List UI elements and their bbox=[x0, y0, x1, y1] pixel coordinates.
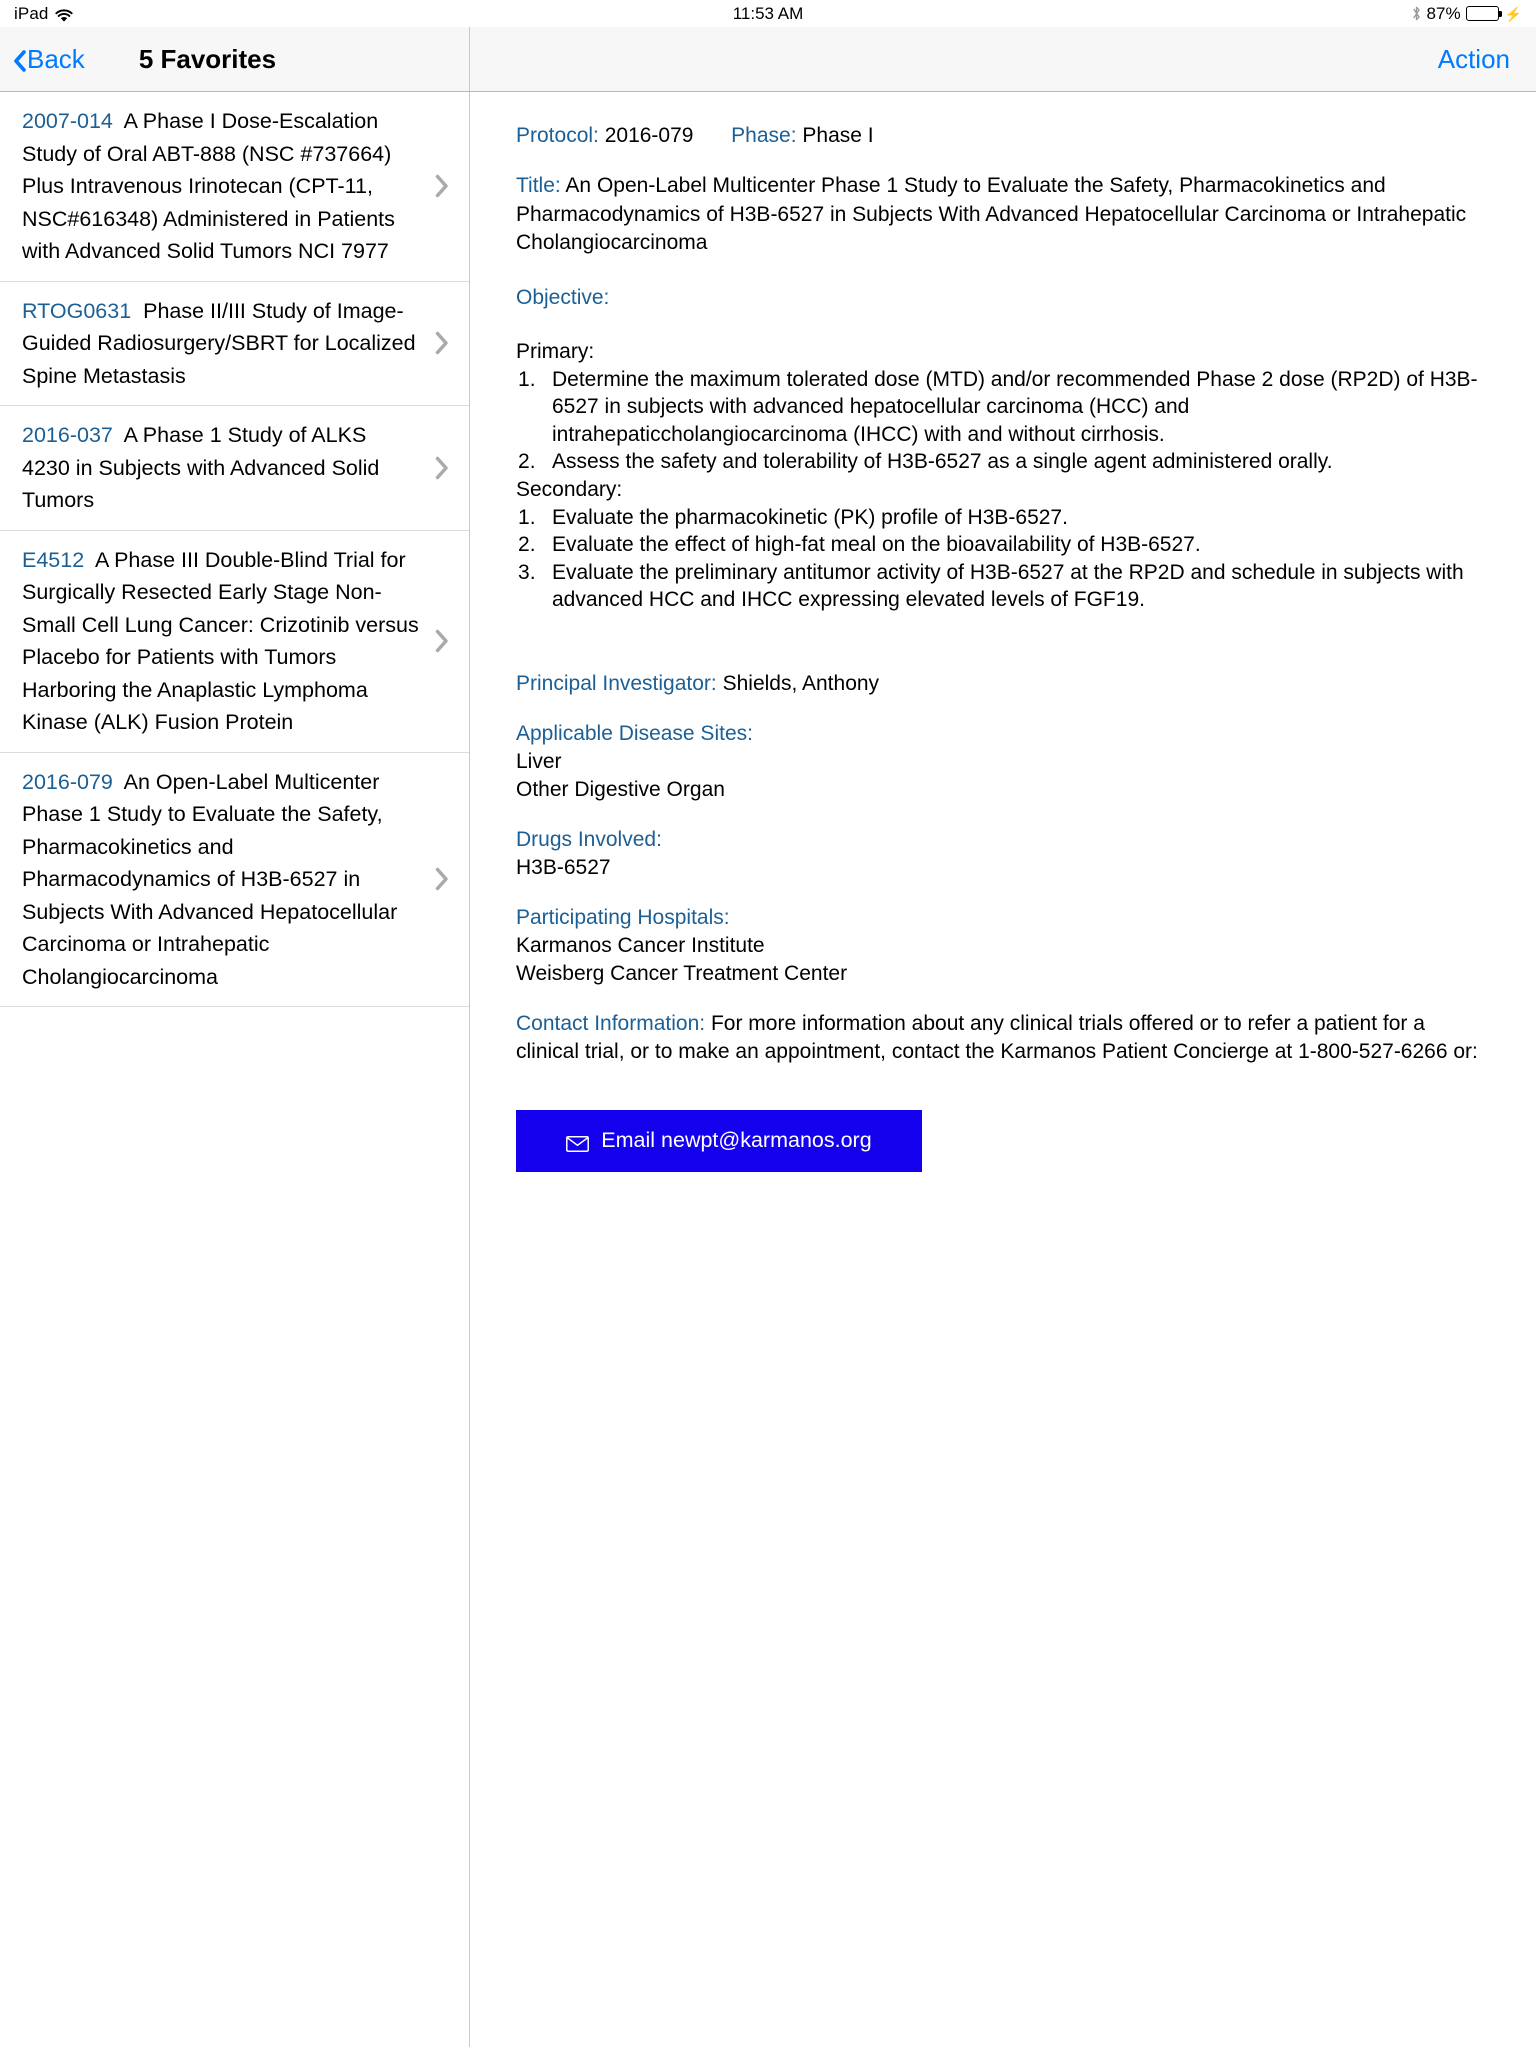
email-button[interactable]: Email newpt@karmanos.org bbox=[516, 1109, 922, 1172]
chevron-right-icon[interactable] bbox=[431, 867, 453, 891]
disease-site-value: Liver bbox=[516, 749, 562, 773]
hospital-value: Weisberg Cancer Treatment Center bbox=[516, 961, 848, 985]
lightning-bolt-icon: ⚡ bbox=[1504, 5, 1522, 22]
navigation-bar-right: Action bbox=[470, 27, 1536, 91]
battery-percentage: 87% bbox=[1426, 3, 1461, 23]
list-item-title: An Open-Label Multicenter Phase 1 Study … bbox=[22, 769, 398, 989]
protocol-label: Protocol: bbox=[516, 124, 599, 147]
hospitals-label: Participating Hospitals: bbox=[516, 905, 730, 929]
list-item-protocol-id: 2007-014 bbox=[22, 109, 113, 133]
chevron-right-icon[interactable] bbox=[431, 629, 453, 653]
objective-label: Objective: bbox=[516, 285, 610, 309]
list-item[interactable]: RTOG0631 Phase II/III Study of Image-Gui… bbox=[0, 282, 469, 406]
drugs-label: Drugs Involved: bbox=[516, 827, 662, 851]
chevron-right-icon[interactable] bbox=[431, 174, 453, 198]
secondary-objective-item: Evaluate the preliminary antitumor activ… bbox=[518, 559, 1464, 612]
principal-investigator-label: Principal Investigator: bbox=[516, 671, 717, 695]
secondary-label: Secondary: bbox=[516, 477, 623, 501]
drug-value: H3B-6527 bbox=[516, 855, 611, 879]
chevron-left-icon bbox=[13, 48, 26, 72]
email-button-label: Email newpt@karmanos.org bbox=[601, 1128, 872, 1152]
protocol-phase-row: Protocol: 2016-079 Phase: Phase I bbox=[516, 122, 1490, 150]
list-item-protocol-id: 2016-079 bbox=[22, 769, 113, 794]
back-button-label: Back bbox=[27, 43, 85, 74]
list-item-text: RTOG0631 Phase II/III Study of Image-Gui… bbox=[22, 295, 419, 393]
trial-title-row: Title: An Open-Label Multicenter Phase 1… bbox=[516, 172, 1490, 258]
list-item-text: 2007-014 A Phase I Dose-Escalation Study… bbox=[22, 105, 419, 268]
action-button[interactable]: Action bbox=[1438, 44, 1510, 75]
disease-sites-label: Applicable Disease Sites: bbox=[516, 721, 753, 745]
hospital-value: Karmanos Cancer Institute bbox=[516, 933, 765, 957]
chevron-right-icon[interactable] bbox=[431, 456, 453, 480]
primary-objectives-list: Determine the maximum tolerated dose (MT… bbox=[516, 366, 1490, 476]
secondary-objective-item: Evaluate the pharmacokinetic (PK) profil… bbox=[518, 504, 1068, 531]
disease-site-value: Other Digestive Organ bbox=[516, 777, 725, 801]
drugs-section: Drugs Involved: H3B-6527 bbox=[516, 826, 1490, 882]
list-item-protocol-id: RTOG0631 bbox=[22, 298, 132, 323]
favorites-list: 2007-014 A Phase I Dose-Escalation Study… bbox=[0, 92, 470, 2047]
secondary-objective-item: Evaluate the effect of high-fat meal on … bbox=[518, 531, 1201, 558]
primary-objective-item: Assess the safety and tolerability of H3… bbox=[518, 448, 1333, 475]
list-item-text: 2016-079 An Open-Label Multicenter Phase… bbox=[22, 766, 419, 994]
principal-investigator-value: Shields, Anthony bbox=[722, 671, 880, 695]
status-bar: iPad 11:53 AM 87% ⚡ bbox=[0, 0, 1536, 27]
title-value: An Open-Label Multicenter Phase 1 Study … bbox=[516, 174, 1467, 254]
chevron-right-icon[interactable] bbox=[431, 331, 453, 355]
list-item[interactable]: 2016-037 A Phase 1 Study of ALKS 4230 in… bbox=[0, 406, 469, 531]
bluetooth-icon bbox=[1411, 5, 1422, 22]
list-item-protocol-id: 2016-037 bbox=[22, 423, 113, 447]
contact-information-label: Contact Information: bbox=[516, 1011, 706, 1035]
secondary-objectives-list: Evaluate the pharmacokinetic (PK) profil… bbox=[516, 504, 1490, 614]
trial-detail-panel: Protocol: 2016-079 Phase: Phase I Title:… bbox=[470, 92, 1536, 2047]
phase-value: Phase I bbox=[802, 124, 874, 147]
contact-information-section: Contact Information: For more informatio… bbox=[516, 1010, 1490, 1066]
page-title: 5 Favorites bbox=[138, 43, 277, 74]
protocol-value: 2016-079 bbox=[604, 124, 694, 147]
envelope-icon bbox=[566, 1133, 590, 1152]
list-item-text: E4512 A Phase III Double-Blind Trial for… bbox=[22, 544, 419, 739]
navigation-bar-left: Back 5 Favorites bbox=[0, 27, 470, 91]
primary-objective-item: Determine the maximum tolerated dose (MT… bbox=[518, 366, 1478, 446]
title-label: Title: bbox=[516, 174, 561, 197]
list-item-title: A Phase III Double-Blind Trial for Surgi… bbox=[22, 547, 419, 735]
split-view: 2007-014 A Phase I Dose-Escalation Study… bbox=[0, 92, 1536, 2047]
list-item-text: 2016-037 A Phase 1 Study of ALKS 4230 in… bbox=[22, 419, 419, 517]
list-item[interactable]: E4512 A Phase III Double-Blind Trial for… bbox=[0, 531, 469, 753]
back-button[interactable]: Back bbox=[13, 44, 85, 75]
phase-label: Phase: bbox=[731, 124, 797, 147]
navigation-bar: Back 5 Favorites Action bbox=[0, 27, 1536, 92]
list-item[interactable]: 2007-014 A Phase I Dose-Escalation Study… bbox=[0, 92, 469, 282]
battery-icon bbox=[1465, 6, 1502, 21]
status-bar-right: 87% ⚡ bbox=[1411, 4, 1522, 24]
status-bar-clock: 11:53 AM bbox=[732, 3, 804, 23]
primary-label: Primary: bbox=[516, 339, 595, 363]
principal-investigator-row: Principal Investigator: Shields, Anthony bbox=[516, 670, 1490, 698]
list-item-protocol-id: E4512 bbox=[22, 547, 85, 572]
list-item[interactable]: 2016-079 An Open-Label Multicenter Phase… bbox=[0, 753, 469, 1007]
disease-sites-section: Applicable Disease Sites: Liver Other Di… bbox=[516, 720, 1490, 804]
hospitals-section: Participating Hospitals: Karmanos Cancer… bbox=[516, 904, 1490, 988]
